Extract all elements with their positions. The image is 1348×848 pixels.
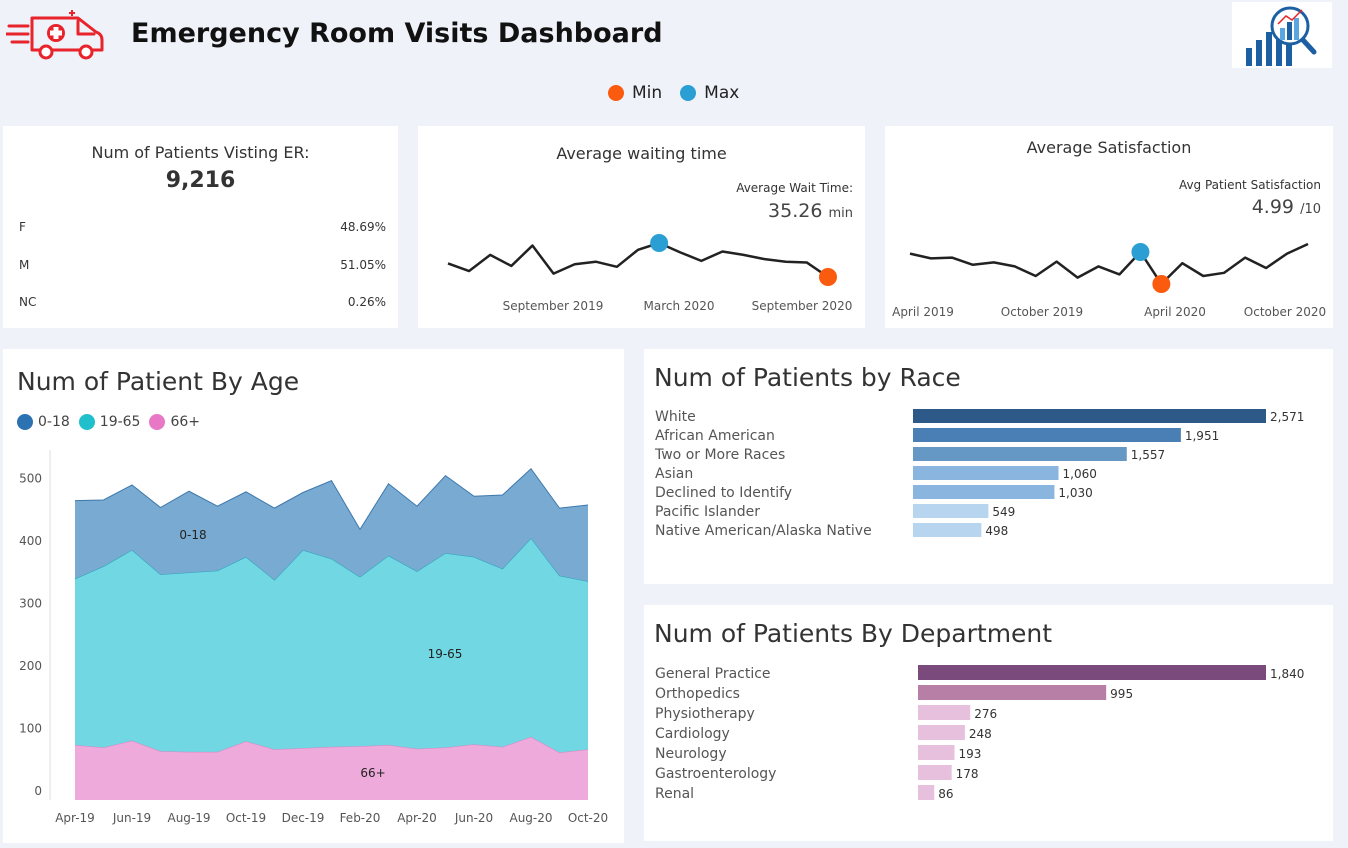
bar-category-label: Gastroenterology — [655, 766, 776, 782]
bar-value-label: 193 — [959, 747, 982, 761]
bar[interactable] — [918, 745, 955, 760]
bar[interactable] — [918, 705, 971, 720]
bar[interactable] — [918, 785, 935, 800]
bar-value-label: 1,840 — [1270, 667, 1304, 681]
department-bar-chart: General Practice 1,840 Orthopedics 995 Physi… — [655, 665, 1304, 802]
bar[interactable] — [918, 725, 965, 740]
bar[interactable] — [918, 665, 1266, 680]
bar[interactable] — [918, 685, 1107, 700]
bar-category-label: General Practice — [655, 666, 771, 682]
bar-value-label: 995 — [1110, 687, 1133, 701]
bar-category-label: Cardiology — [655, 726, 730, 742]
bar-value-label: 86 — [938, 787, 953, 801]
bar-category-label: Physiotherapy — [655, 706, 755, 722]
bar-category-label: Orthopedics — [655, 686, 740, 702]
bar-category-label: Neurology — [655, 746, 727, 762]
bar-category-label: Renal — [655, 786, 694, 802]
bar-value-label: 276 — [974, 707, 997, 721]
bar-value-label: 178 — [956, 767, 979, 781]
bar-value-label: 248 — [969, 727, 992, 741]
bar[interactable] — [918, 765, 952, 780]
